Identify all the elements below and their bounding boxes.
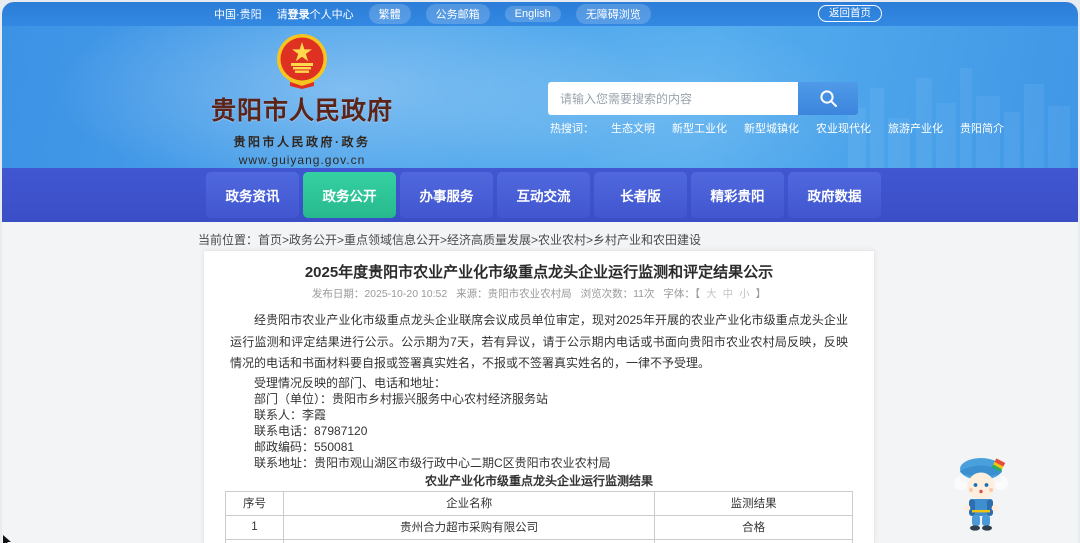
- hot-search-row: 热搜词： 生态文明 新型工业化 新型城镇化 农业现代化 旅游产业化 贵阳简介: [550, 120, 1004, 136]
- breadcrumb-label: 当前位置：: [198, 233, 259, 247]
- monitoring-result-table: 序号 企业名称 监测结果 1 贵州合力超市采购有限公司 合格 2 贵州友禾种业有…: [225, 490, 853, 543]
- contact-department: 部门（单位）：贵阳市乡村振兴服务中心农村经济服务站: [254, 391, 549, 406]
- font-size-small-button[interactable]: 小: [739, 288, 750, 300]
- column-header-result: 监测结果: [654, 490, 853, 516]
- traditional-chinese-button[interactable]: 繁體: [368, 4, 411, 24]
- nav-tab-zhangzheban[interactable]: 长者版: [594, 172, 687, 218]
- font-size-medium-button[interactable]: 中: [723, 288, 734, 300]
- site-logo[interactable]: 贵阳市人民政府 贵阳市人民政府·政务 www.guiyang.gov.cn: [204, 33, 400, 167]
- table-row: 2 贵州友禾种业有限公司 合格: [225, 538, 853, 543]
- hot-search-link[interactable]: 农业现代化: [816, 120, 871, 136]
- monitoring-result: 合格: [654, 538, 853, 543]
- nav-tab-zhengwu-zixun[interactable]: 政务资讯: [206, 172, 299, 218]
- mouse-cursor: [3, 535, 11, 543]
- hot-search-link[interactable]: 贵阳简介: [960, 120, 1004, 136]
- top-utility-bar: 中国·贵阳 请登录个人中心 繁體 公务邮箱 English 无障碍浏览 返回首页: [2, 2, 1078, 26]
- monitoring-result: 合格: [654, 514, 853, 540]
- article-card: 2025年度贵阳市农业产业化市级重点龙头企业运行监测和评定结果公示 发布日期：2…: [203, 250, 875, 543]
- article-meta: 发布日期：2025-10-20 10:52 来源：贵阳市农业农村局 浏览次数：1…: [204, 288, 874, 301]
- table-row: 1 贵州合力超市采购有限公司 合格: [225, 514, 853, 540]
- hot-search-link[interactable]: 新型城镇化: [744, 120, 799, 136]
- accessibility-button[interactable]: 无障碍浏览: [575, 4, 651, 24]
- hot-search-label: 热搜词：: [550, 123, 594, 135]
- nav-tab-zhengwu-gongkai[interactable]: 政务公开: [303, 172, 396, 218]
- search-input[interactable]: [548, 82, 798, 115]
- view-count: 浏览次数：11次: [580, 288, 655, 300]
- site-url: www.guiyang.gov.cn: [238, 153, 366, 167]
- column-header-company: 企业名称: [282, 490, 656, 516]
- contact-phone: 联系电话：87987120: [254, 423, 368, 438]
- main-content-area: 当前位置：首页>政务公开>重点领域信息公开>经济高质量发展>农业农村>乡村产业和…: [2, 222, 1078, 543]
- nav-tabs: 政务资讯 政务公开 办事服务 互动交流 长者版 精彩贵阳 政府数据: [206, 172, 881, 218]
- official-mail-button[interactable]: 公务邮箱: [425, 4, 490, 24]
- header-banner: 贵阳市人民政府 贵阳市人民政府·政务 www.guiyang.gov.cn 热搜…: [2, 26, 1078, 168]
- font-size-large-button[interactable]: 大: [706, 288, 717, 300]
- article-body: 经贵阳市农业产业化市级重点龙头企业联席会议成员单位审定，现对2025年开展的农业…: [230, 310, 848, 471]
- region-link[interactable]: 中国·贵阳: [214, 6, 262, 22]
- hot-search-link[interactable]: 生态文明: [611, 120, 655, 136]
- mascot-assistant[interactable]: [948, 452, 1014, 532]
- site-subtitle: 贵阳市人民政府·政务: [233, 135, 371, 149]
- column-header-index: 序号: [225, 490, 284, 516]
- page: 中国·贵阳 请登录个人中心 繁體 公务邮箱 English 无障碍浏览 返回首页: [2, 2, 1078, 543]
- row-index: 1: [225, 514, 284, 540]
- site-title: 贵阳市人民政府: [210, 97, 393, 125]
- publish-date: 发布日期：2025-10-20 10:52: [311, 288, 448, 300]
- english-button[interactable]: English: [504, 6, 561, 22]
- search-button[interactable]: [798, 82, 858, 115]
- nav-tab-banshi-fuwu[interactable]: 办事服务: [400, 172, 493, 218]
- company-name: 贵州合力超市采购有限公司: [282, 514, 656, 540]
- article-paragraph: 经贵阳市农业产业化市级重点龙头企业联席会议成员单位审定，现对2025年开展的农业…: [230, 313, 848, 370]
- font-size-label: 字体：【: [663, 288, 701, 300]
- company-name: 贵州友禾种业有限公司: [282, 538, 656, 543]
- breadcrumb: 当前位置：首页>政务公开>重点领域信息公开>经济高质量发展>农业农村>乡村产业和…: [2, 222, 1078, 248]
- hot-search-link[interactable]: 新型工业化: [672, 120, 727, 136]
- table-header-row: 序号 企业名称 监测结果: [225, 490, 853, 516]
- back-to-home-button[interactable]: 返回首页: [818, 5, 882, 22]
- nav-tab-zhengfu-shuju[interactable]: 政府数据: [788, 172, 881, 218]
- contact-address: 联系地址：贵阳市观山湖区市级行政中心二期C区贵阳市农业农村局: [254, 455, 611, 470]
- search-box: [548, 82, 858, 115]
- article-source: 来源：贵阳市农业农村局: [456, 288, 572, 300]
- article-paragraph: 受理情况反映的部门、电话和地址：: [254, 375, 447, 390]
- contact-person: 联系人：李霞: [254, 407, 327, 422]
- national-emblem-icon: [277, 34, 327, 89]
- row-index: 2: [225, 538, 284, 543]
- table-caption: 农业产业化市级重点龙头企业运行监测结果: [424, 473, 653, 488]
- article-title: 2025年度贵阳市农业产业化市级重点龙头企业运行监测和评定结果公示: [304, 264, 774, 281]
- nav-tab-hudong-jiaoliu[interactable]: 互动交流: [497, 172, 590, 218]
- city-skyline-decoration: [848, 68, 1070, 168]
- font-size-label-close: 】: [755, 288, 767, 300]
- hot-search-link[interactable]: 旅游产业化: [888, 120, 943, 136]
- nav-tab-jingcai-guiyang[interactable]: 精彩贵阳: [691, 172, 784, 218]
- main-nav: 政务资讯 政务公开 办事服务 互动交流 长者版 精彩贵阳 政府数据: [2, 168, 1078, 222]
- search-icon: [819, 90, 837, 107]
- breadcrumb-path[interactable]: 首页>政务公开>重点领域信息公开>经济高质量发展>农业农村>乡村产业和农田建设: [258, 233, 701, 247]
- mascot-icon: [954, 458, 1008, 531]
- login-link[interactable]: 请登录个人中心: [277, 6, 354, 22]
- postal-code: 邮政编码：550081: [254, 439, 355, 454]
